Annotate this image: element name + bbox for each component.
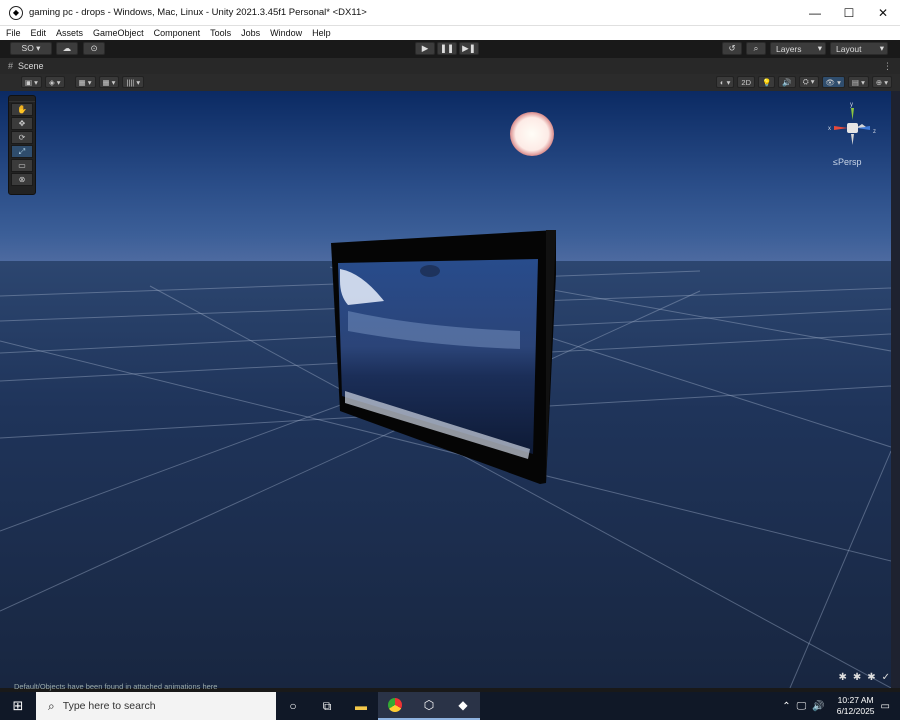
cloud-icon[interactable]: ☁	[56, 42, 78, 55]
volume-icon[interactable]: 🔊	[812, 701, 824, 712]
render-mode-dropdown[interactable]: ◐ ▾	[716, 76, 735, 88]
hand-tool-icon[interactable]: ✋	[11, 103, 33, 116]
pause-button[interactable]: ❚❚	[437, 42, 457, 55]
menu-window[interactable]: Window	[270, 28, 302, 38]
network-icon[interactable]: 🖵	[797, 701, 807, 712]
menu-help[interactable]: Help	[312, 28, 331, 38]
grid-snap-dropdown[interactable]: ▦ ▾	[74, 76, 96, 88]
palette-handle[interactable]	[9, 96, 35, 102]
unity-editor-window: ◆ gaming pc - drops - Windows, Mac, Linu…	[0, 0, 900, 720]
chrome-icon[interactable]	[378, 692, 412, 720]
toggle-2d-button[interactable]: 2D	[737, 76, 755, 88]
unity-hub-icon[interactable]: ⬡	[412, 692, 446, 720]
menu-tools[interactable]: Tools	[210, 28, 231, 38]
clock-time: 10:27 AM	[837, 695, 874, 705]
audio-toggle-icon[interactable]: 🔊	[778, 76, 796, 88]
rect-tool-icon[interactable]: ▭	[11, 159, 33, 172]
scene-viewport[interactable]	[0, 91, 891, 688]
orientation-gizmo[interactable]: y x z	[826, 98, 880, 152]
close-button[interactable]: ✕	[866, 0, 900, 26]
chevron-down-icon: ▾	[817, 43, 822, 53]
check-icon[interactable]: ✓	[882, 672, 890, 683]
cache-icon[interactable]: ✱	[867, 672, 875, 683]
increment-snap-dropdown[interactable]: ▦ ▾	[98, 76, 120, 88]
minimize-button[interactable]: —	[798, 0, 832, 26]
gizmo-x-label: x	[828, 126, 831, 132]
tray-chevron-icon[interactable]: ⌃	[782, 701, 790, 712]
file-explorer-icon[interactable]: ▬	[344, 692, 378, 720]
transform-tool-icon[interactable]: ⊗	[11, 173, 33, 186]
unity-editor-icon[interactable]: ◆	[446, 692, 480, 720]
history-icon[interactable]: ↺	[722, 42, 742, 55]
visibility-dropdown[interactable]: 👁 ▾	[821, 76, 845, 88]
tab-scene[interactable]: Scene	[18, 61, 44, 71]
shading-dropdown[interactable]: ◈ ▾	[44, 76, 65, 88]
sun	[510, 112, 554, 156]
system-tray: ⌃ 🖵 🔊 10:27 AM 6/12/2025 ▭	[782, 692, 890, 720]
gizmos-dropdown[interactable]: ⊕ ▾	[871, 76, 892, 88]
menu-bar: File Edit Assets GameObject Component To…	[0, 26, 900, 40]
progress-icon[interactable]: ✱	[853, 672, 861, 683]
layout-dropdown[interactable]: Layout ▾	[830, 42, 888, 55]
status-message[interactable]: Default/Objects have been found in attac…	[14, 682, 217, 691]
play-button[interactable]: ▶	[415, 42, 435, 55]
gizmo-x-axis[interactable]	[834, 126, 848, 130]
windows-taskbar: ⊞ ⌕ Type here to search ○ ⧉ ▬ ⬡ ◆ ⌃ 🖵 🔊 …	[0, 692, 900, 720]
gizmo-center[interactable]	[847, 123, 858, 133]
chevron-down-icon: ▾	[879, 43, 884, 53]
layers-dropdown[interactable]: Layers ▾	[770, 42, 826, 55]
menu-gameobject[interactable]: GameObject	[93, 28, 144, 38]
scale-tool-icon[interactable]: ⤢	[11, 145, 33, 158]
gizmo-y-label: y	[850, 102, 853, 108]
bug-icon[interactable]: ✱	[838, 672, 846, 683]
main-toolbar: SO ▾ ☁ ⊙ ▶ ❚❚ ▶❚ ↺ ⌕ Layers ▾ Layout ▾	[0, 40, 900, 58]
maximize-button[interactable]: ☐	[832, 0, 866, 26]
step-button[interactable]: ▶❚	[459, 42, 479, 55]
snap-settings-dropdown[interactable]: |||| ▾	[122, 76, 145, 88]
taskbar-search[interactable]: ⌕ Type here to search	[36, 692, 276, 720]
search-icon: ⌕	[48, 698, 55, 713]
draw-mode-dropdown[interactable]: ▣ ▾	[21, 76, 42, 88]
tool-palette: ✋ ✥ ⟳ ⤢ ▭ ⊗	[8, 95, 36, 195]
scene-grid-icon: #	[8, 61, 14, 71]
gizmo-z-label: z	[873, 129, 876, 135]
scene-scrollbar[interactable]	[891, 91, 900, 688]
projection-toggle[interactable]: ≤Persp	[833, 157, 861, 167]
menu-assets[interactable]: Assets	[56, 28, 83, 38]
collab-icon[interactable]: ⊙	[83, 42, 105, 55]
layers-label: Layers	[776, 43, 802, 54]
effects-dropdown[interactable]: ⛭ ▾	[798, 76, 819, 88]
clock-date: 6/12/2025	[836, 706, 875, 716]
camera-dropdown[interactable]: ▤ ▾	[847, 76, 869, 88]
tab-menu-icon[interactable]: ⋮	[883, 61, 892, 72]
menu-file[interactable]: File	[6, 28, 21, 38]
search-placeholder: Type here to search	[62, 700, 156, 712]
scene-render	[0, 91, 891, 688]
clock[interactable]: 10:27 AM 6/12/2025	[837, 695, 875, 717]
window-title: gaming pc - drops - Windows, Mac, Linux …	[29, 7, 367, 18]
scene-toolbar: ▣ ▾ ◈ ▾ ▦ ▾ ▦ ▾ |||| ▾ ◐ ▾ 2D 💡 🔊 ⛭ ▾ 👁 …	[0, 74, 900, 91]
gizmo-y-axis[interactable]	[851, 108, 854, 120]
search-icon[interactable]: ⌕	[746, 42, 766, 55]
layout-label: Layout	[836, 43, 862, 54]
windows-start-icon[interactable]: ⊞	[0, 692, 36, 720]
task-view-icon[interactable]: ⧉	[310, 692, 344, 720]
status-icons: ✱ ✱ ✱ ✓	[838, 672, 890, 683]
unity-logo-icon: ◆	[9, 5, 23, 20]
notification-icon[interactable]: ▭	[881, 701, 890, 712]
menu-jobs[interactable]: Jobs	[241, 28, 260, 38]
lighting-toggle-icon[interactable]: 💡	[758, 76, 776, 88]
title-bar: ◆ gaming pc - drops - Windows, Mac, Linu…	[0, 0, 900, 26]
menu-component[interactable]: Component	[154, 28, 201, 38]
cortana-icon[interactable]: ○	[276, 692, 310, 720]
sky	[0, 91, 891, 261]
move-tool-icon[interactable]: ✥	[11, 117, 33, 130]
account-dropdown[interactable]: SO ▾	[10, 42, 52, 55]
scene-tab-bar: # Scene ⋮	[0, 58, 900, 74]
rotate-tool-icon[interactable]: ⟳	[11, 131, 33, 144]
menu-edit[interactable]: Edit	[31, 28, 47, 38]
